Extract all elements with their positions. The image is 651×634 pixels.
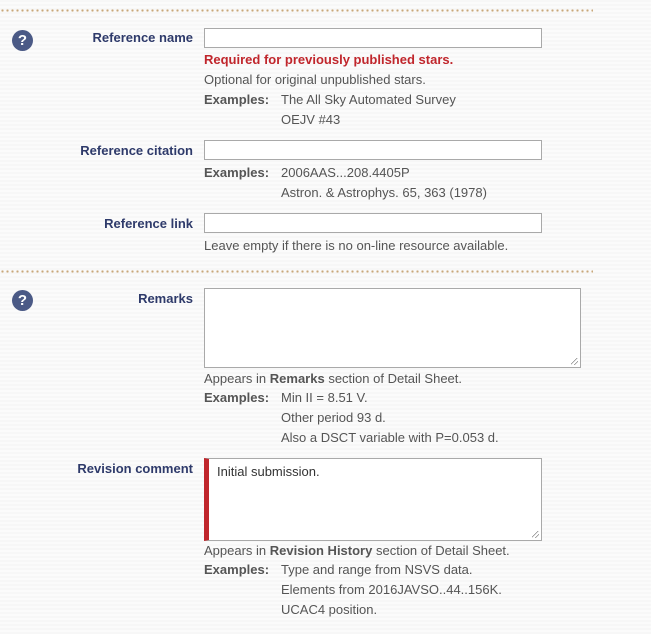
revision-comment-label: Revision comment: [77, 461, 193, 476]
remarks-textarea[interactable]: [204, 288, 581, 368]
note-suffix: section of Detail Sheet.: [324, 371, 463, 386]
reference-name-input[interactable]: [204, 28, 542, 48]
required-note: Required for previously published stars.: [204, 52, 454, 67]
remarks-note: Appears in Remarks section of Detail She…: [204, 371, 462, 386]
reference-link-input[interactable]: [204, 213, 542, 233]
note-bold: Revision History: [269, 543, 373, 558]
reference-citation-input[interactable]: [204, 140, 542, 160]
revision-comment-value: Initial submission.: [217, 464, 320, 479]
optional-note: Optional for original unpublished stars.: [204, 72, 426, 87]
example-item: OEJV #43: [281, 112, 341, 127]
example-item: Elements from 2016JAVSO..44..156K.: [281, 582, 502, 597]
example-item: Also a DSCT variable with P=0.053 d.: [281, 430, 499, 445]
reference-link-note: Leave empty if there is no on-line resou…: [204, 238, 509, 253]
note-bold: Remarks: [269, 371, 325, 386]
revision-comment-textarea[interactable]: Initial submission.: [204, 458, 542, 541]
resize-grip-icon[interactable]: [571, 358, 578, 365]
section-divider: [0, 9, 593, 12]
example-item: Astron. & Astrophys. 65, 363 (1978): [281, 185, 487, 200]
reference-citation-label: Reference citation: [80, 143, 193, 158]
section-divider: [0, 270, 593, 273]
example-item: The All Sky Automated Survey: [281, 92, 456, 107]
revision-note: Appears in Revision History section of D…: [204, 543, 510, 558]
example-item: Type and range from NSVS data.: [281, 562, 473, 577]
examples-label: Examples:: [204, 92, 270, 107]
resize-grip-icon[interactable]: [532, 531, 539, 538]
example-item: Min II = 8.51 V.: [281, 390, 368, 405]
reference-name-label: Reference name: [92, 30, 193, 45]
note-suffix: section of Detail Sheet.: [372, 543, 510, 558]
note-prefix: Appears in: [204, 371, 270, 386]
examples-label: Examples:: [204, 165, 270, 180]
reference-link-label: Reference link: [104, 216, 193, 231]
examples-label: Examples:: [204, 390, 270, 405]
remarks-label: Remarks: [138, 291, 193, 306]
help-icon[interactable]: ?: [12, 30, 33, 51]
note-prefix: Appears in: [204, 543, 270, 558]
example-item: 2006AAS...208.4405P: [281, 165, 410, 180]
examples-label: Examples:: [204, 562, 270, 577]
example-item: UCAC4 position.: [281, 602, 378, 617]
example-item: Other period 93 d.: [281, 410, 386, 425]
help-icon[interactable]: ?: [12, 290, 33, 311]
